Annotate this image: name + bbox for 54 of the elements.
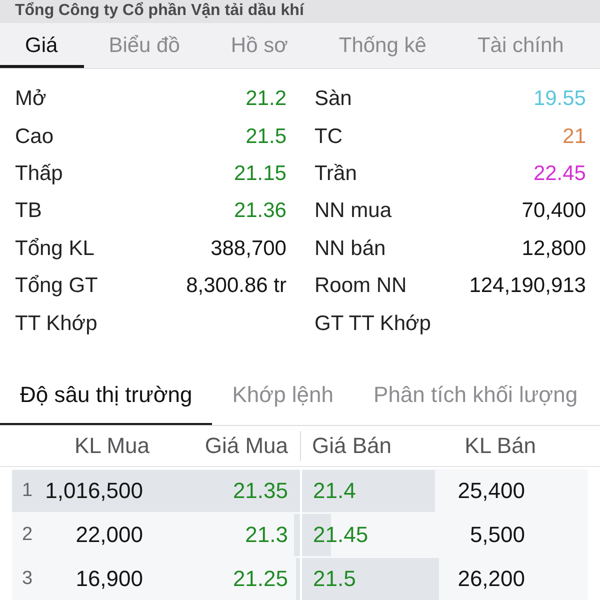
stat-value: 21.5 <box>246 124 286 149</box>
stat-value: 8,300.86 tr <box>186 274 286 298</box>
column-header: Giá Mua <box>204 433 288 460</box>
ask-volume: 5,500 <box>468 522 525 548</box>
stat-label: Mở <box>15 87 46 112</box>
ask-volume: 26,200 <box>456 566 525 592</box>
stat-value: 12,800 <box>522 236 586 261</box>
stat-value: 388,700 <box>210 236 286 261</box>
bid-price: 21.35 <box>232 478 288 504</box>
column-header: KL Mua <box>73 433 150 460</box>
stat-label: NN bán <box>314 236 386 261</box>
stat-value: 124,190,913 <box>469 274 586 298</box>
depth-tab[interactable]: Phân tích khối lượng <box>354 342 598 426</box>
ask-price: 21.45 <box>313 522 370 548</box>
column-header: KL Bán <box>464 433 536 460</box>
bid-volume: 22,000 <box>74 522 143 548</box>
stat-value: 21.15 <box>234 162 286 186</box>
bid-volume: 1,016,500 <box>44 478 143 504</box>
stat-label: Room NN <box>314 274 407 298</box>
stat-value: 22.45 <box>533 162 586 186</box>
stat-label: TT Khớp <box>15 312 98 336</box>
stat-label: Tổng KL <box>15 236 94 261</box>
depth-tab[interactable]: Độ sâu thị trường <box>0 342 212 426</box>
nav-tab[interactable]: Biểu đồ <box>84 22 206 68</box>
stat-label: Trần <box>314 162 357 186</box>
stat-label: Thấp <box>15 162 63 186</box>
stat-label: TC <box>314 124 342 149</box>
bid-volume: 16,900 <box>74 566 143 592</box>
stat-label: Cao <box>15 124 54 149</box>
ask-price: 21.5 <box>313 566 357 592</box>
stat-label: Tổng GT <box>15 274 98 298</box>
stat-label: TB <box>15 199 42 224</box>
stat-value: 21 <box>562 124 586 149</box>
stat-label: GT TT Khớp <box>314 312 431 336</box>
stat-label: NN mua <box>314 199 392 224</box>
row-index: 3 <box>22 568 34 590</box>
ask-price: 21.4 <box>313 478 357 504</box>
nav-tab[interactable]: Hồ sơ <box>206 22 314 68</box>
nav-tab[interactable]: Tài chính <box>452 22 590 68</box>
bid-price: 21.3 <box>244 522 288 548</box>
nav-tab[interactable]: Thống kê <box>314 22 452 68</box>
depth-tab[interactable]: Khớp lệnh <box>212 342 354 426</box>
row-index: 2 <box>22 524 34 546</box>
bid-price: 21.25 <box>232 566 288 592</box>
stat-label: Sàn <box>314 87 352 112</box>
column-header: Giá Bán <box>312 433 392 460</box>
stat-value: 21.2 <box>246 87 286 112</box>
nav-tab[interactable]: Giá <box>0 22 84 68</box>
company-title: Tổng Công ty Cổ phần Vận tải dầu khí <box>15 2 304 20</box>
stat-value: 21.36 <box>234 199 286 224</box>
ask-volume: 25,400 <box>456 478 525 504</box>
stat-value: 19.55 <box>533 87 586 112</box>
stat-value: 70,400 <box>522 199 586 224</box>
row-index: 1 <box>22 480 34 502</box>
